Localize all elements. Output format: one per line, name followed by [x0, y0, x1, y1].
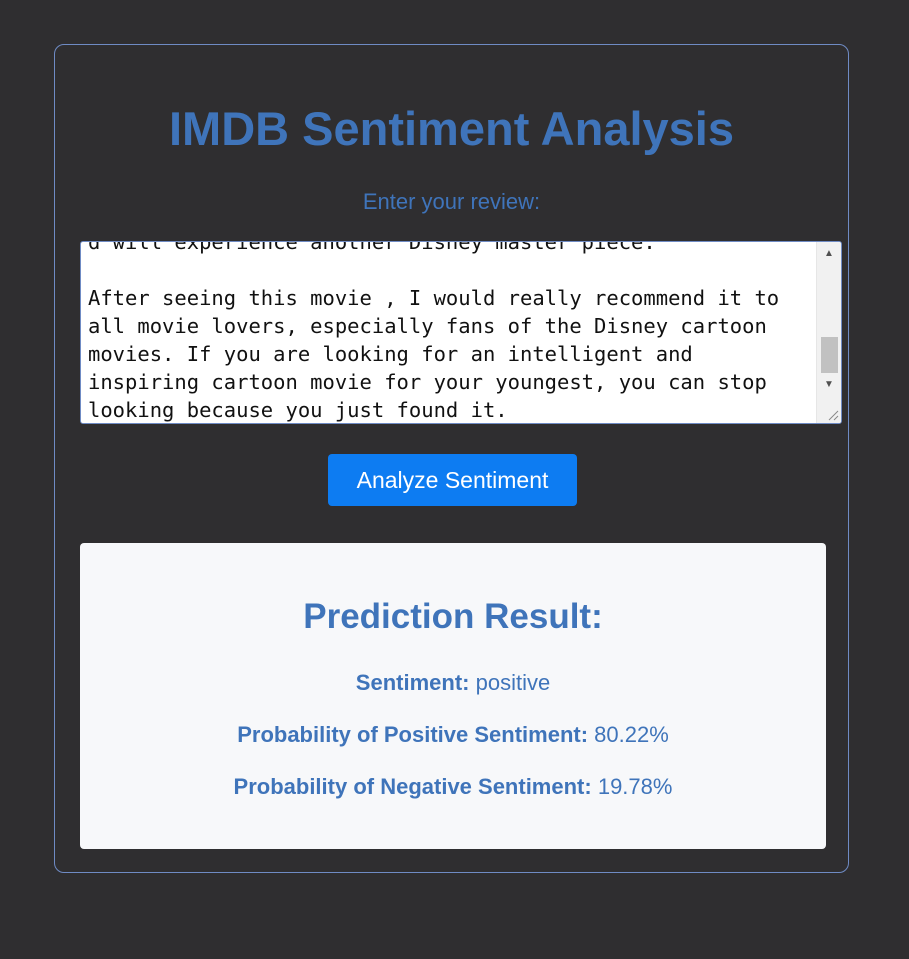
analyze-sentiment-button[interactable]: Analyze Sentiment — [328, 454, 577, 506]
sentiment-line: Sentiment: positive — [80, 670, 826, 696]
page-title: IMDB Sentiment Analysis — [169, 102, 734, 155]
positive-probability-line: Probability of Positive Sentiment: 80.22… — [80, 722, 826, 748]
negative-probability-label: Probability of Negative Sentiment: — [233, 774, 592, 799]
textarea-scrollbar[interactable]: ▲ ▼ — [816, 242, 841, 423]
sentiment-label: Sentiment: — [355, 670, 470, 695]
negative-probability-line: Probability of Negative Sentiment: 19.78… — [80, 774, 826, 800]
review-text[interactable]: d will experience another Disney master … — [88, 242, 813, 423]
resize-grip-icon[interactable] — [827, 409, 839, 421]
result-title: Prediction Result: — [303, 597, 603, 636]
sentiment-value: positive — [475, 670, 551, 695]
scroll-up-arrow-icon[interactable]: ▲ — [817, 244, 841, 264]
review-textarea[interactable]: d will experience another Disney master … — [80, 241, 842, 424]
positive-probability-value: 80.22% — [594, 722, 669, 747]
main-container: IMDB Sentiment Analysis Enter your revie… — [54, 44, 849, 873]
result-card: Prediction Result: Sentiment: positive P… — [80, 543, 826, 849]
scroll-down-arrow-icon[interactable]: ▼ — [817, 375, 841, 395]
positive-probability-label: Probability of Positive Sentiment: — [237, 722, 589, 747]
review-label: Enter your review: — [362, 189, 541, 214]
negative-probability-value: 19.78% — [597, 774, 673, 799]
scroll-thumb[interactable] — [821, 337, 838, 373]
